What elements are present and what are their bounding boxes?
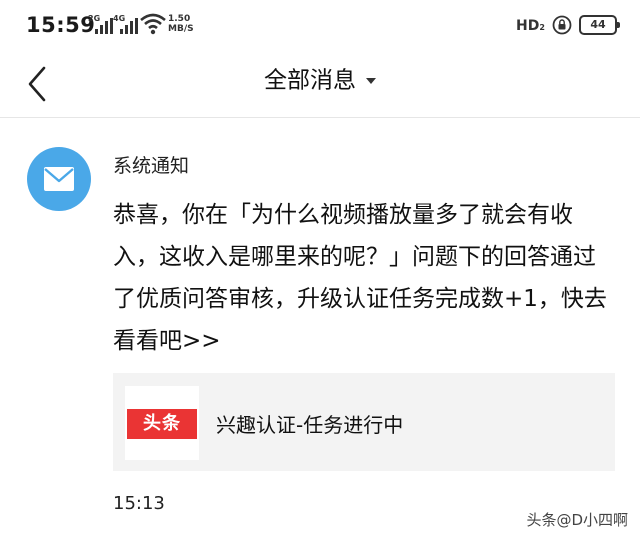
message-sender: 系统通知 (113, 155, 190, 177)
rotation-lock-icon (552, 15, 572, 35)
avatar (27, 147, 91, 211)
message-timestamp: 15:13 (113, 493, 165, 514)
wifi-icon (140, 13, 166, 35)
mail-icon (44, 167, 74, 191)
card-thumbnail: 头条 (125, 386, 199, 460)
card-title: 兴趣认证-任务进行中 (216, 413, 404, 437)
signal-icon: 2G (88, 14, 114, 34)
caret-down-icon (366, 77, 376, 84)
page-title: 全部消息 (264, 67, 356, 94)
watermark: 头条@D小四啊 (526, 511, 628, 529)
signal-icon: 4G (113, 14, 139, 34)
nav-bar: 全部消息 (0, 52, 640, 118)
status-bar: 15:59 2G 4G 1.50 MB/S HD2 44 (0, 0, 640, 52)
battery-icon: 44 (579, 15, 620, 35)
network-speed: 1.50 MB/S (168, 14, 194, 34)
toutiao-logo: 头条 (127, 409, 197, 439)
message-body[interactable]: 恭喜，你在「为什么视频播放量多了就会有收入，这收入是哪里来的呢？」问题下的回答通… (113, 194, 613, 362)
status-time: 15:59 (26, 13, 96, 37)
message-filter-dropdown[interactable]: 全部消息 (0, 52, 640, 109)
hd-voice-icon: HD2 (516, 18, 545, 34)
task-card[interactable]: 头条 兴趣认证-任务进行中 (113, 373, 615, 471)
